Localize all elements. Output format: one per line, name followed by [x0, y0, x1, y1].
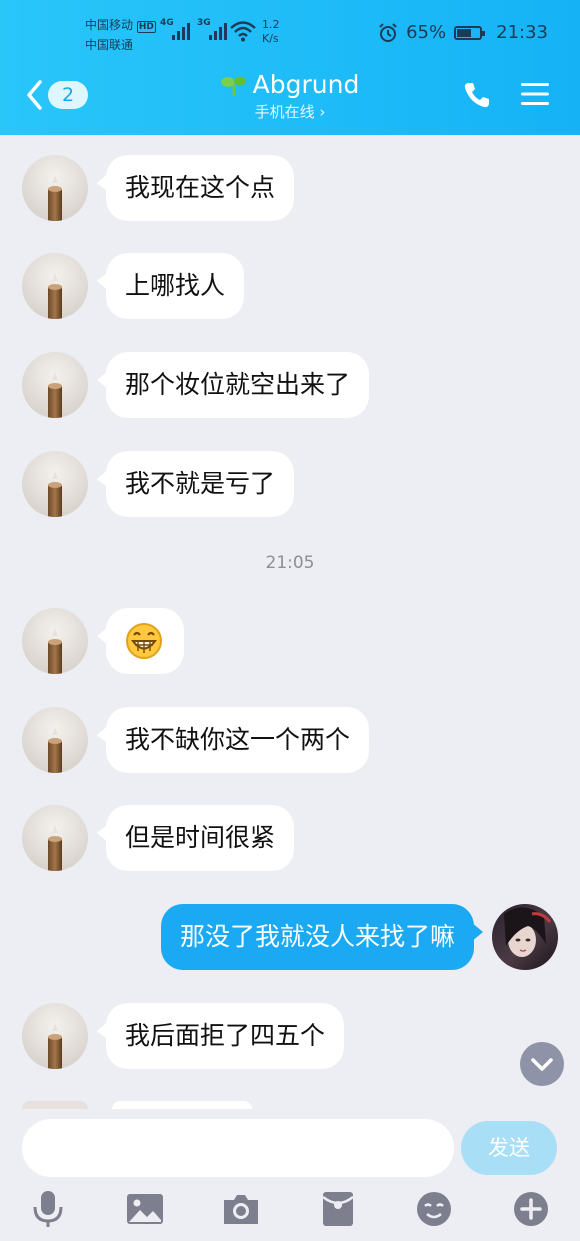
menu-icon[interactable] [520, 80, 550, 108]
contact-avatar-partial [22, 1101, 88, 1109]
clock: 21:33 [496, 22, 548, 43]
message-bubble[interactable]: 我现在这个点 [96, 155, 295, 221]
own-message-bubble[interactable]: 那没了我就没人来找了嘛 [160, 904, 484, 970]
hd-badge: HD [136, 21, 156, 33]
message-bubble[interactable]: 但是时间很紧 [96, 805, 295, 871]
battery-level [457, 28, 472, 37]
alarm-icon [379, 22, 397, 42]
message-bubble-partial [112, 1101, 252, 1109]
camera-icon[interactable] [221, 1189, 261, 1229]
online-status[interactable]: 手机在线 › [0, 101, 580, 122]
contact-avatar[interactable] [22, 805, 88, 871]
red-packet-icon[interactable] [318, 1189, 358, 1229]
contact-name: Abgrund [252, 70, 360, 99]
message-bubble[interactable]: 上哪找人 [96, 253, 245, 319]
contact-avatar[interactable] [22, 155, 88, 221]
status-carriers: 中国移动 HD 中国联通 [85, 16, 156, 54]
carrier-2: 中国联通 [85, 38, 134, 52]
contact-avatar[interactable] [22, 253, 88, 319]
battery-icon [454, 25, 486, 40]
grinning-face-emoji [126, 623, 162, 659]
carrier-1: 中国移动 [85, 18, 134, 32]
chat-header: 中国移动 HD 中国联通 4G 3G 1.2 K/s 65% 21:33 2 A… [0, 0, 580, 135]
speed-unit: K/s [262, 32, 279, 45]
network-speed: 1.2 K/s [262, 18, 280, 46]
message-bubble[interactable]: 我不就是亏了 [96, 451, 295, 517]
microphone-icon[interactable] [28, 1189, 68, 1229]
message-bubble[interactable]: 我后面拒了四五个 [96, 1003, 345, 1069]
message-bubble[interactable]: 我不缺你这一个两个 [96, 707, 370, 773]
emoji-face-icon[interactable] [414, 1189, 454, 1229]
sprout-icon [220, 76, 246, 96]
emoji-message-bubble[interactable] [97, 608, 184, 674]
wifi-icon [230, 21, 256, 42]
plus-icon[interactable] [511, 1189, 551, 1229]
status-right: 65% 21:33 [378, 22, 548, 43]
send-button[interactable]: 发送 [461, 1121, 557, 1175]
signal-bars-2-icon [209, 20, 227, 40]
contact-avatar[interactable] [22, 1003, 88, 1069]
message-input[interactable] [22, 1119, 454, 1177]
battery-percent: 65% [406, 22, 447, 43]
contact-avatar[interactable] [22, 352, 88, 418]
contact-avatar[interactable] [22, 451, 88, 517]
chevron-down-icon [531, 1058, 553, 1071]
scroll-to-bottom-button[interactable] [520, 1042, 564, 1086]
contact-avatar[interactable] [22, 608, 88, 674]
title-area[interactable]: Abgrund [0, 70, 580, 101]
contact-avatar[interactable] [22, 707, 88, 773]
signal-bars-1-icon [172, 20, 190, 40]
speed-value: 1.2 [262, 18, 280, 31]
own-avatar[interactable] [492, 904, 558, 970]
message-timestamp: 21:05 [265, 553, 315, 573]
phone-call-icon[interactable] [462, 80, 492, 110]
message-bubble[interactable]: 那个妆位就空出来了 [96, 352, 370, 418]
image-icon[interactable] [125, 1189, 165, 1229]
